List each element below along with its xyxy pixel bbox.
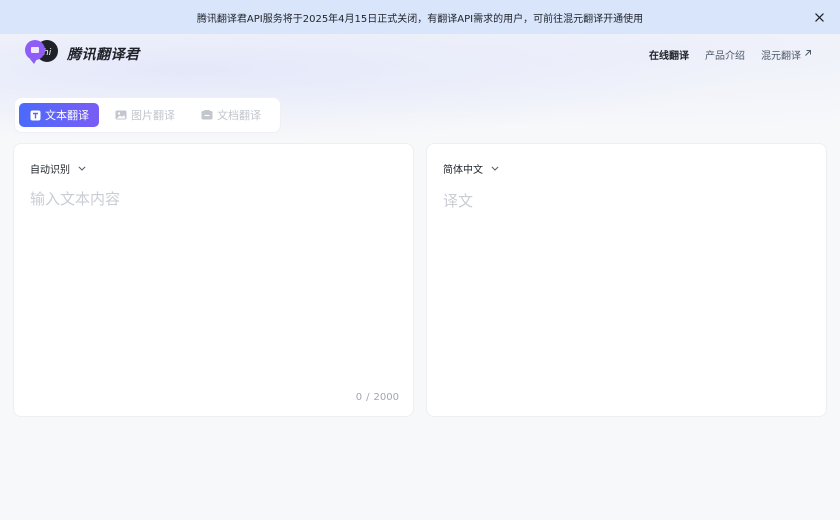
nav-item-label: 产品介绍 [705, 51, 745, 62]
nav-item-label: 混元翻译 [761, 51, 801, 62]
source-text-input[interactable] [30, 188, 400, 378]
top-header: hi 腾讯翻译君 在线翻译 产品介绍 混元翻译 [0, 34, 840, 74]
banner-message: 腾讯翻译君API服务将于2025年4月15日正式关闭，有翻译API需求的用户，可… [196, 13, 644, 25]
nav-item-hunyuan-translate[interactable]: 混元翻译 [761, 47, 812, 62]
char-limit: 2000 [373, 392, 399, 403]
tab-document-translate[interactable]: 文档翻译 [191, 103, 271, 127]
image-icon [115, 109, 127, 121]
tab-text-translate[interactable]: 文本翻译 [19, 103, 99, 127]
chevron-down-icon [491, 163, 499, 174]
nav-item-label: 在线翻译 [649, 51, 689, 62]
char-count: 0 [355, 392, 363, 403]
text-icon [29, 109, 41, 121]
tab-label: 图片翻译 [131, 109, 175, 122]
translate-mode-tabs: 文本翻译 图片翻译 文档翻译 [14, 97, 281, 133]
target-panel: 简体中文 译文 [426, 143, 827, 417]
source-language-select[interactable]: 自动识别 [30, 161, 86, 176]
brand-name[interactable]: 腾讯翻译君 [67, 44, 140, 64]
tab-image-translate[interactable]: 图片翻译 [105, 103, 185, 127]
target-language-select[interactable]: 简体中文 [443, 161, 499, 176]
char-count-separator: / [366, 392, 370, 403]
close-icon[interactable] [812, 10, 826, 24]
tab-label: 文本翻译 [45, 109, 89, 122]
external-arrow-icon [804, 49, 812, 60]
top-nav: 在线翻译 产品介绍 混元翻译 [649, 47, 812, 62]
nav-item-online-translate[interactable]: 在线翻译 [649, 47, 689, 62]
translation-output: 译文 [443, 192, 474, 210]
tab-label: 文档翻译 [217, 109, 261, 122]
source-language-label: 自动识别 [30, 165, 70, 176]
logo-chat-bubbles-icon[interactable]: hi [24, 39, 58, 69]
target-language-label: 简体中文 [443, 165, 483, 176]
char-counter: 0 / 2000 [356, 392, 399, 403]
chevron-down-icon [78, 163, 86, 174]
source-panel: 自动识别 0 / 2000 [13, 143, 414, 417]
announcement-banner: 腾讯翻译君API服务将于2025年4月15日正式关闭，有翻译API需求的用户，可… [0, 0, 840, 34]
nav-item-product-intro[interactable]: 产品介绍 [705, 47, 745, 62]
document-icon [201, 109, 213, 121]
